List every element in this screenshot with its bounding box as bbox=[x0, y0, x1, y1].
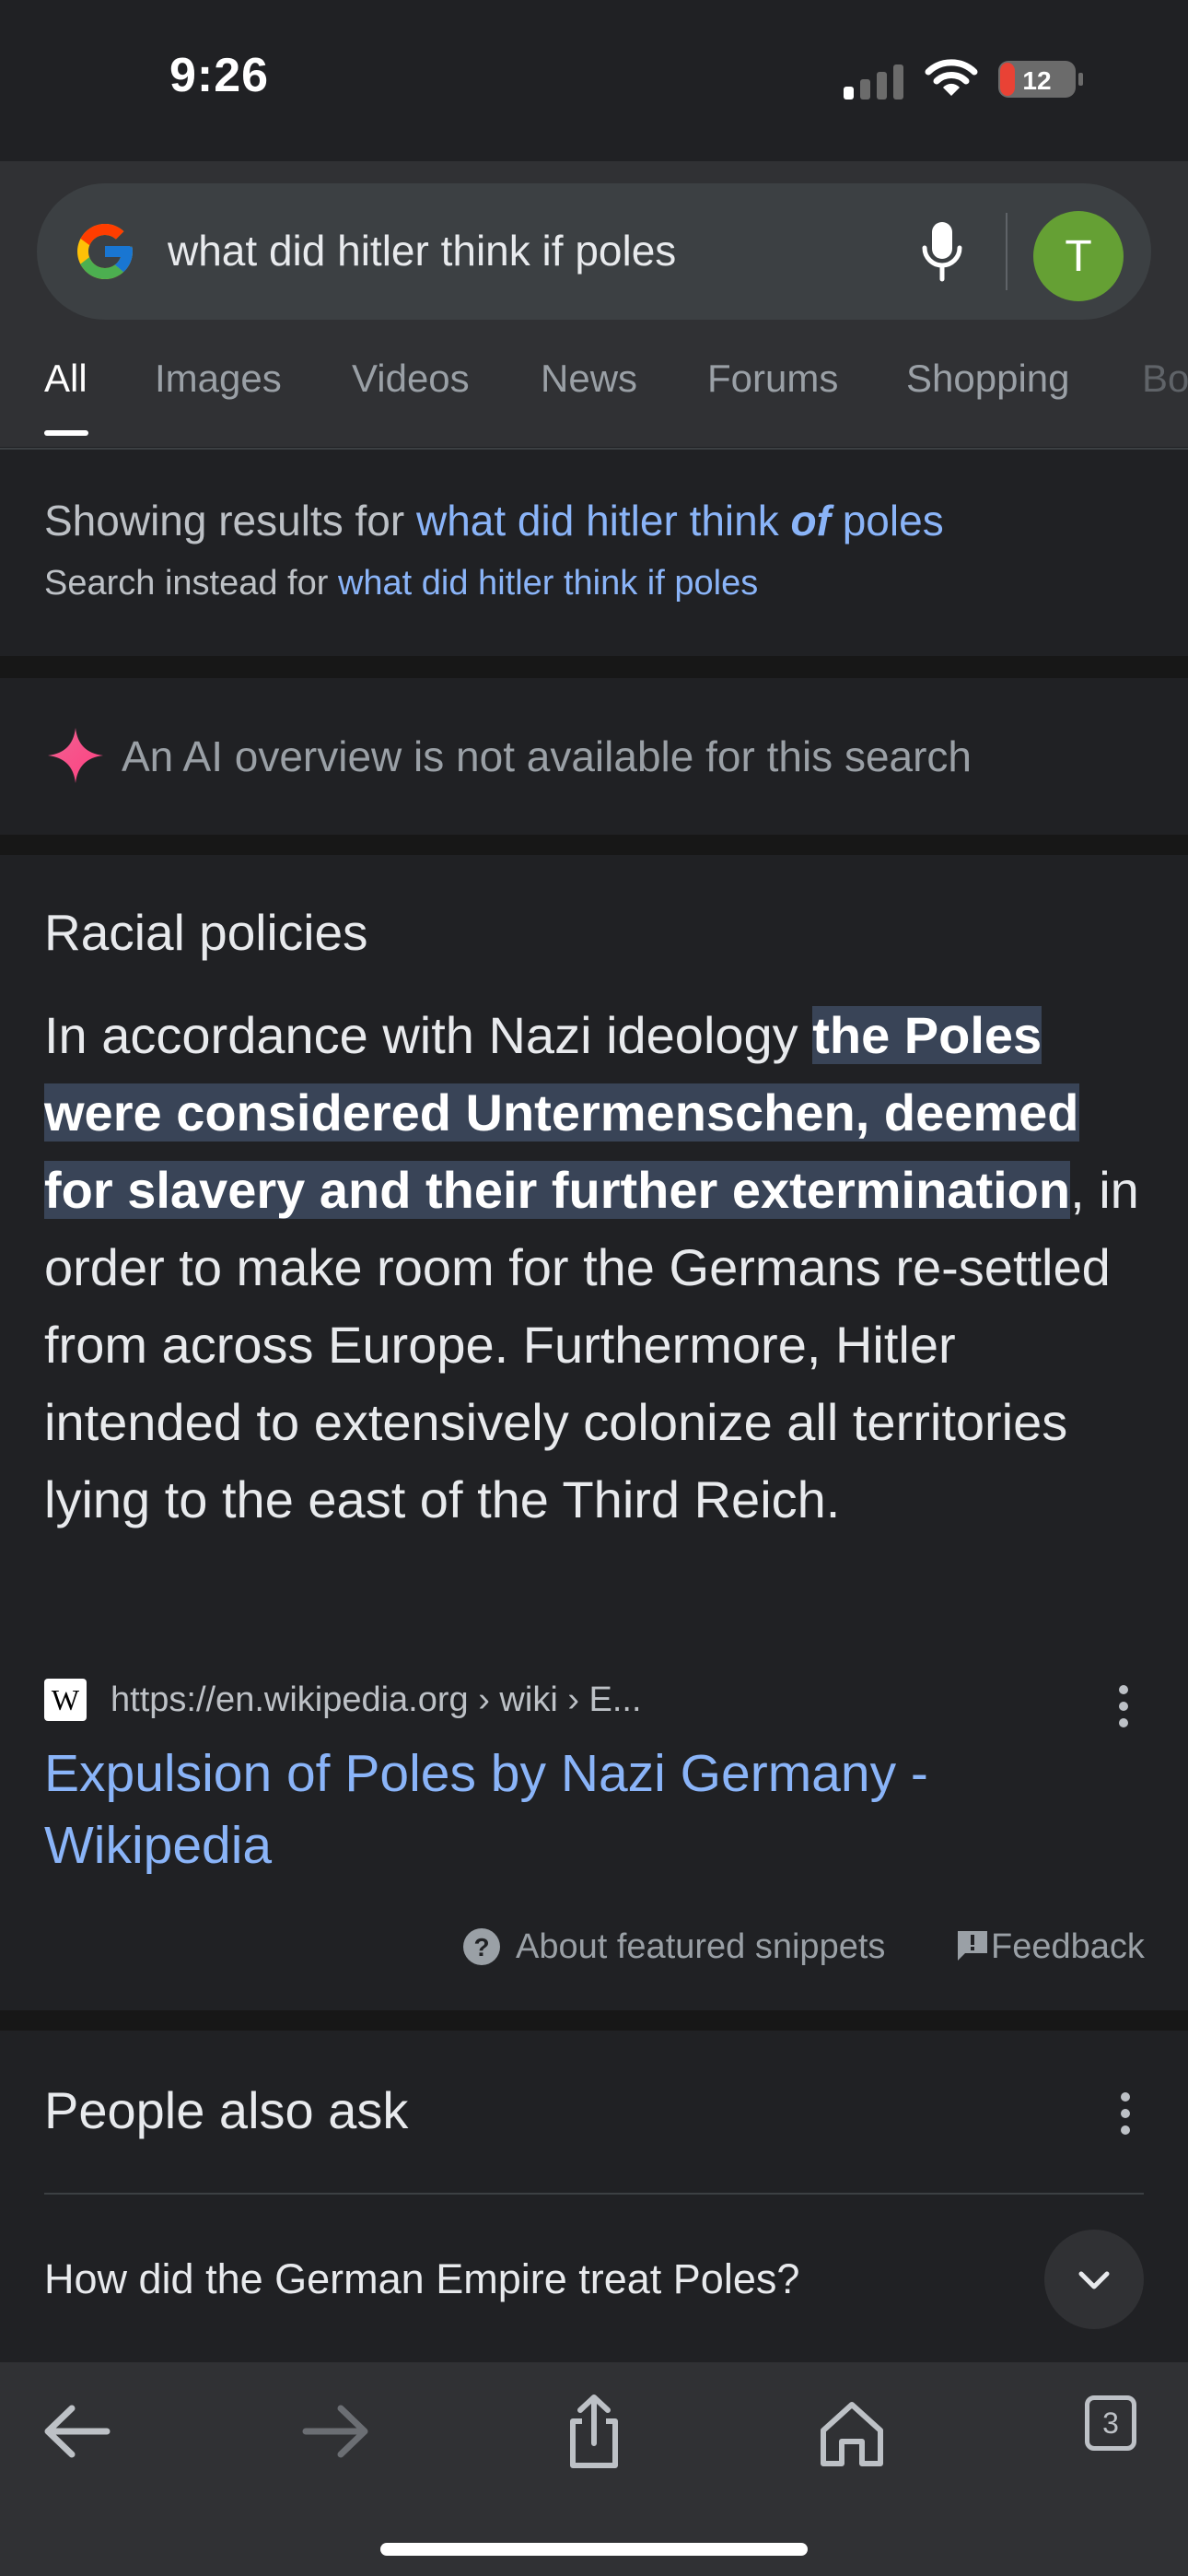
browser-toolbar: 3 bbox=[0, 2362, 1188, 2576]
forward-arrow-icon[interactable] bbox=[295, 2390, 378, 2473]
google-logo-icon bbox=[77, 224, 133, 279]
feedback-icon[interactable] bbox=[954, 1927, 991, 1964]
tab-forums[interactable]: Forums bbox=[707, 357, 838, 401]
showing-results-line: Showing results for what did hitler thin… bbox=[44, 496, 944, 545]
search-query-text[interactable]: what did hitler think if poles bbox=[168, 226, 676, 275]
more-options-icon[interactable] bbox=[1112, 1679, 1135, 1734]
corrected-query-link[interactable]: what did hitler think of poles bbox=[416, 497, 944, 544]
search-header: what did hitler think if poles T All Ima… bbox=[0, 161, 1188, 447]
snippet-footer: ? About featured snippets Feedback bbox=[0, 1920, 1188, 1975]
svg-text:?: ? bbox=[473, 1933, 489, 1961]
tab-all[interactable]: All bbox=[44, 357, 87, 401]
featured-snippet: Racial policies In accordance with Nazi … bbox=[0, 855, 1188, 2010]
spelling-correction: Showing results for what did hitler thin… bbox=[0, 450, 1188, 656]
search-instead-line: Search instead for what did hitler think… bbox=[44, 564, 758, 603]
search-instead-prefix: Search instead for bbox=[44, 564, 329, 603]
home-indicator[interactable] bbox=[380, 2543, 808, 2556]
expand-button[interactable] bbox=[1044, 2230, 1144, 2329]
paa-question[interactable]: How did the German Empire treat Poles? bbox=[44, 2255, 799, 2303]
home-icon[interactable] bbox=[810, 2390, 893, 2473]
help-icon[interactable]: ? bbox=[462, 1927, 501, 1966]
tab-books[interactable]: Bo bbox=[1142, 357, 1188, 401]
microphone-icon[interactable] bbox=[919, 218, 965, 285]
wifi-icon bbox=[925, 59, 978, 96]
wikipedia-favicon-icon: W bbox=[44, 1679, 87, 1721]
ai-overview-notice: An AI overview is not available for this… bbox=[0, 678, 1188, 835]
cellular-signal-icon bbox=[844, 64, 903, 100]
search-box[interactable]: what did hitler think if poles T bbox=[37, 183, 1151, 320]
chevron-down-icon bbox=[1078, 2271, 1110, 2289]
showing-results-prefix: Showing results for bbox=[44, 497, 405, 544]
share-icon[interactable] bbox=[553, 2390, 635, 2473]
tab-news[interactable]: News bbox=[541, 357, 637, 401]
sparkle-icon bbox=[48, 728, 103, 783]
tab-images[interactable]: Images bbox=[155, 357, 282, 401]
tab-switcher-button[interactable]: 3 bbox=[1085, 2395, 1136, 2451]
people-also-ask: People also ask How did the German Empir… bbox=[0, 2031, 1188, 2362]
search-results-page: 9:26 12 what did hitler think if poles T… bbox=[0, 0, 1188, 2576]
tab-shopping[interactable]: Shopping bbox=[906, 357, 1070, 401]
snippet-text: In accordance with Nazi ideology the Pol… bbox=[44, 997, 1149, 1539]
tab-videos[interactable]: Videos bbox=[352, 357, 470, 401]
snippet-source: W https://en.wikipedia.org › wiki › E... bbox=[44, 1675, 1144, 1730]
original-query-link[interactable]: what did hitler think if poles bbox=[338, 564, 758, 603]
paa-divider bbox=[44, 2193, 1144, 2195]
snippet-text-before: In accordance with Nazi ideology bbox=[44, 1006, 813, 1064]
about-featured-snippets-link[interactable]: About featured snippets bbox=[516, 1927, 885, 1967]
section-gap bbox=[0, 656, 1188, 678]
battery-icon: 12 bbox=[998, 61, 1083, 98]
back-arrow-icon[interactable] bbox=[35, 2390, 118, 2473]
ai-overview-text: An AI overview is not available for this… bbox=[122, 732, 973, 780]
account-avatar[interactable]: T bbox=[1033, 211, 1124, 301]
active-tab-indicator bbox=[44, 430, 88, 436]
feedback-link[interactable]: Feedback bbox=[991, 1927, 1145, 1967]
section-gap bbox=[0, 2010, 1188, 2031]
status-time: 9:26 bbox=[169, 49, 270, 102]
source-url[interactable]: https://en.wikipedia.org › wiki › E... bbox=[111, 1680, 642, 1720]
battery-level: 12 bbox=[1022, 66, 1051, 95]
snippet-title: Racial policies bbox=[44, 904, 368, 961]
more-options-icon[interactable] bbox=[1114, 2086, 1136, 2141]
result-title-link[interactable]: Expulsion of Poles by Nazi Germany - Wik… bbox=[44, 1738, 1057, 1881]
search-tabs: All Images Videos News Forums Shopping B… bbox=[0, 357, 1188, 447]
search-box-divider bbox=[1006, 213, 1007, 290]
people-also-ask-title: People also ask bbox=[44, 2081, 409, 2139]
section-gap bbox=[0, 835, 1188, 855]
status-bar: 9:26 12 bbox=[0, 0, 1188, 161]
